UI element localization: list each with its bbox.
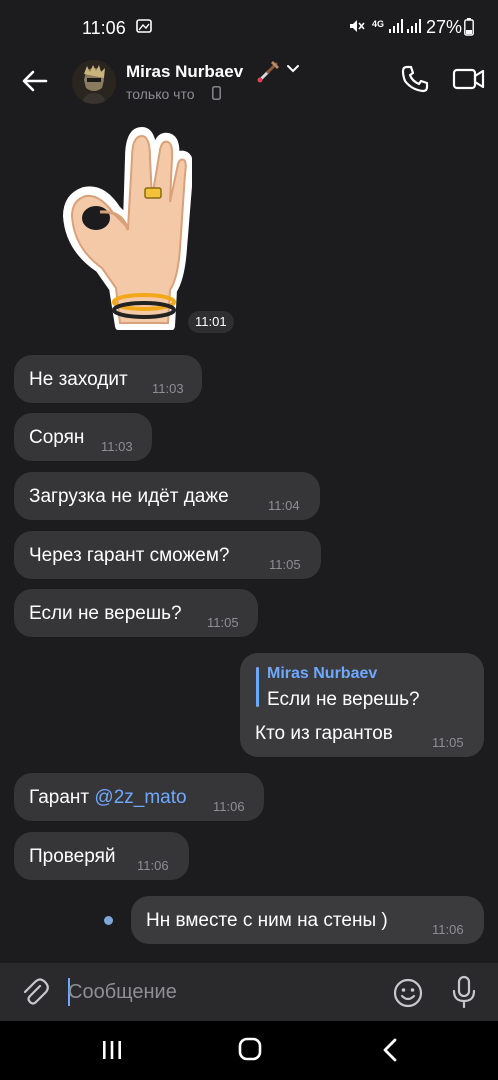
home-icon[interactable] [238,1037,262,1061]
sticker-time: 11:01 [188,311,234,333]
shovel-emoji-icon [257,61,279,83]
battery-percent: 27% [426,17,463,37]
ok-hand-sticker[interactable] [62,118,192,330]
back-arrow-icon[interactable] [20,66,50,96]
message-time: 11:04 [268,498,300,513]
message-bubble[interactable]: Сорян 11:03 [14,413,152,461]
status-bar: 11:06 4G 27% [0,0,498,56]
message-text: Сорян [29,427,85,448]
message-time: 11:03 [152,381,184,396]
message-text: Проверяй [29,846,116,867]
chevron-down-icon[interactable] [286,64,300,74]
mute-icon [350,20,365,32]
device-phone-icon [212,86,221,100]
message-bubble[interactable]: Если не верешь? 11:05 [14,589,258,637]
outgoing-message-bubble[interactable]: Нн вместе с ним на стены ) 11:06 [131,896,484,944]
outgoing-message-bubble[interactable]: Miras Nurbaev Если не верешь? Кто из гар… [240,653,484,757]
system-back-icon[interactable] [380,1037,400,1063]
microphone-icon[interactable] [450,975,478,1009]
message-text: Если не верешь? [29,603,182,624]
message-text: Загрузка не идёт даже [29,486,229,507]
reply-quote-bar [256,667,259,707]
video-call-icon[interactable] [452,66,486,92]
message-time: 11:06 [213,799,245,814]
signal-icon-1 [389,19,403,33]
chat-header: Miras Nurbaev только что [0,56,498,112]
phone-call-icon[interactable] [400,64,430,94]
message-time: 11:05 [207,615,239,630]
message-text: Не заходит [29,369,128,390]
message-composer [0,963,498,1021]
unread-indicator [104,916,113,925]
message-text-prefix: Гарант [29,787,95,808]
network-type: 4G [372,19,385,29]
message-time: 11:06 [137,858,169,873]
message-text: Нн вместе с ним на стены ) [146,910,388,931]
avatar[interactable] [72,60,116,104]
recent-apps-icon[interactable] [100,1039,124,1061]
message-input[interactable] [68,975,368,1009]
message-text: Гарант @2z_mato [29,787,187,809]
signal-icon-2 [407,19,421,33]
message-bubble[interactable]: Проверяй 11:06 [14,832,189,880]
message-time: 11:03 [101,439,133,454]
system-nav-bar [0,1021,498,1080]
message-bubble[interactable]: Загрузка не идёт даже 11:04 [14,472,320,520]
contact-name[interactable]: Miras Nurbaev [126,62,243,82]
reply-text: Если не верешь? [267,689,420,710]
message-text: Кто из гарантов [255,723,393,744]
status-time: 11:06 [82,18,126,38]
gallery-notification-icon [136,19,152,33]
emoji-icon[interactable] [392,977,424,1009]
message-time: 11:05 [269,557,301,572]
message-bubble[interactable]: Не заходит 11:03 [14,355,202,403]
message-time: 11:05 [432,735,464,750]
mention-link[interactable]: @2z_mato [94,787,186,808]
reply-author[interactable]: Miras Nurbaev [267,665,377,683]
message-text: Через гарант сможем? [29,545,230,566]
message-time: 11:06 [432,922,464,937]
paperclip-icon[interactable] [20,977,50,1007]
battery-icon [464,18,474,36]
message-bubble[interactable]: Через гарант сможем? 11:05 [14,531,321,579]
message-bubble[interactable]: Гарант @2z_mato 11:06 [14,773,264,821]
contact-status: только что [126,86,195,102]
